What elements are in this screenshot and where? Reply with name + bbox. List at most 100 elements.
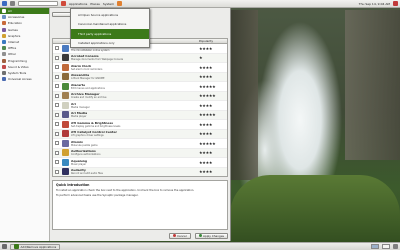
popularity-stars: ★★★★ <box>199 121 213 127</box>
search-input[interactable] <box>18 1 58 6</box>
table-row[interactable]: Alexandria A Book Manager for GNOME ★★★★ <box>53 72 227 82</box>
install-checkbox[interactable] <box>55 122 59 127</box>
category-all-icon <box>2 9 6 14</box>
application-icon <box>62 149 69 157</box>
application-text: Ari Media manager <box>69 102 199 109</box>
filter-menu: All Open Source applications Canonical-ma… <box>70 8 150 48</box>
table-row[interactable]: ATI Catalyst Control Center ATI graphics … <box>53 129 227 139</box>
install-checkbox[interactable] <box>55 112 59 117</box>
show-desktop-icon[interactable] <box>2 244 7 249</box>
popularity-stars: ★★★★★ <box>199 93 216 99</box>
install-checkbox[interactable] <box>55 150 59 155</box>
application-icon <box>62 158 69 166</box>
install-checkbox[interactable] <box>55 74 59 79</box>
menu-system[interactable]: System <box>103 2 114 6</box>
application-description: Molecule puzzle game <box>71 143 98 147</box>
sidebar-item-universal-access[interactable]: Universal Access <box>0 76 49 82</box>
sidebar-item-label: All <box>8 9 12 14</box>
application-description: A Book Manager for GNOME <box>71 77 105 81</box>
terminal-icon[interactable] <box>10 1 15 6</box>
workspace-1[interactable] <box>371 244 379 249</box>
taskbar-button-add-remove[interactable]: Add/Remove Applications <box>10 243 61 250</box>
other-icon <box>2 52 6 57</box>
table-row[interactable]: Atomix Molecule puzzle game ★★★★★ <box>53 139 227 149</box>
application-text: Alarm Clock Set alarm clock reminders <box>69 64 199 71</box>
education-icon <box>2 21 6 26</box>
application-text: Aqualung Music player <box>69 159 199 166</box>
table-row[interactable]: Ari Media manager ★★★★ <box>53 101 227 111</box>
popularity-stars: ★★★★ <box>199 74 213 80</box>
application-list[interactable]: AbiWord WebsterThe mini-Webster online s… <box>52 44 228 177</box>
info-line: To install an application check the box … <box>56 189 195 192</box>
application-text: Alacarte Edit menus and applications <box>69 83 199 90</box>
application-icon <box>62 82 69 90</box>
table-row[interactable]: Archive Manager Create and modify an arch… <box>53 91 227 101</box>
filter-menu-item[interactable]: Third party applications <box>71 29 149 39</box>
info-line: To perform advanced tasks use the Synapt… <box>56 193 139 197</box>
apply-label: Apply Changes <box>203 233 224 238</box>
table-row[interactable]: Alarm Clock Set alarm clock reminders ★★★★ <box>53 63 227 73</box>
application-text: Authorizations Configure authorizations <box>69 149 199 156</box>
dialog-buttons: Cancel Apply Changes <box>52 232 228 239</box>
menu-places[interactable]: Places <box>90 2 100 6</box>
application-description: Set display gamma and brightness levels <box>71 124 121 128</box>
programming-icon <box>2 58 6 63</box>
install-checkbox[interactable] <box>55 55 59 60</box>
table-row[interactable]: Audacity Record and edit audio files ★★★★ <box>53 167 227 176</box>
sidebar-item-label: Accessories <box>8 15 25 20</box>
application-description: Music player <box>71 162 87 166</box>
application-text: Alexandria A Book Manager for GNOME <box>69 73 199 80</box>
application-icon <box>62 130 69 138</box>
install-checkbox[interactable] <box>55 131 59 136</box>
install-checkbox[interactable] <box>55 169 59 174</box>
power-icon[interactable] <box>393 1 398 6</box>
application-text: Archive Manager Create and modify an arch… <box>69 92 199 99</box>
application-description: The mini-Webster online system <box>71 48 110 52</box>
popularity-stars: ★★★★★ <box>199 83 216 89</box>
menu-applications[interactable]: Applications <box>69 2 87 6</box>
install-checkbox[interactable] <box>55 46 59 51</box>
apply-changes-button[interactable]: Apply Changes <box>194 232 228 239</box>
trash-icon[interactable] <box>393 244 398 249</box>
popularity-stars: ★ <box>199 55 203 61</box>
application-description: Media manager <box>71 105 90 109</box>
top-panel: Applications Places System Thu Sep 14, 9… <box>0 0 400 8</box>
application-icon <box>62 63 69 71</box>
table-row[interactable]: Authorizations Configure authorizations ★★… <box>53 148 227 158</box>
add-remove-icon <box>14 244 19 249</box>
table-row[interactable]: Ari Media Media player ★★★★★ <box>53 110 227 120</box>
wallpaper-rock-left <box>230 10 258 180</box>
table-row[interactable]: Aqualung Music player ★★★★ <box>53 158 227 168</box>
install-checkbox[interactable] <box>55 84 59 89</box>
filter-menu-item[interactable]: Installed applications only <box>71 39 149 49</box>
install-checkbox[interactable] <box>55 103 59 108</box>
cancel-button[interactable]: Cancel <box>168 232 191 239</box>
clock[interactable]: Thu Sep 14, 9:04 AM <box>359 2 390 6</box>
wallpaper-grass <box>230 175 400 250</box>
application-description: ATI graphics driver settings <box>71 134 104 138</box>
install-checkbox[interactable] <box>55 141 59 146</box>
quick-introduction-panel: Quick Introduction To install an applica… <box>52 180 228 230</box>
popularity-stars: ★★★★ <box>199 159 213 165</box>
table-row[interactable]: ATI Gamma & Brightness Set display gamma … <box>53 120 227 130</box>
install-checkbox[interactable] <box>55 65 59 70</box>
bottom-panel: Add/Remove Applications <box>0 242 400 250</box>
table-row[interactable]: Alacarte Edit menus and applications ★★★★★ <box>53 82 227 92</box>
application-text: Audacity Record and edit audio files <box>69 168 199 175</box>
info-title: Quick Introduction <box>56 183 90 187</box>
workspace-2[interactable] <box>382 244 390 249</box>
table-row[interactable]: Acrobat Console Manage documents from Web… <box>53 53 227 63</box>
filter-menu-item[interactable]: Canonical-maintained applications <box>71 20 149 30</box>
sidebar-item-label: Sound & Video <box>8 64 29 69</box>
application-text: Atomix Molecule puzzle game <box>69 140 199 147</box>
firefox-icon[interactable] <box>117 1 123 6</box>
filter-menu-item[interactable]: All Open Source applications <box>71 10 149 20</box>
system-tools-icon <box>2 70 6 75</box>
computer-icon[interactable] <box>2 1 7 6</box>
application-description: Configure authorizations <box>71 153 101 157</box>
install-checkbox[interactable] <box>55 160 59 165</box>
launcher-icon[interactable] <box>61 1 66 6</box>
column-popularity[interactable]: Popularity <box>199 39 227 43</box>
category-sidebar: All Accessories Education Games Graphics… <box>0 8 50 241</box>
install-checkbox[interactable] <box>55 93 59 98</box>
